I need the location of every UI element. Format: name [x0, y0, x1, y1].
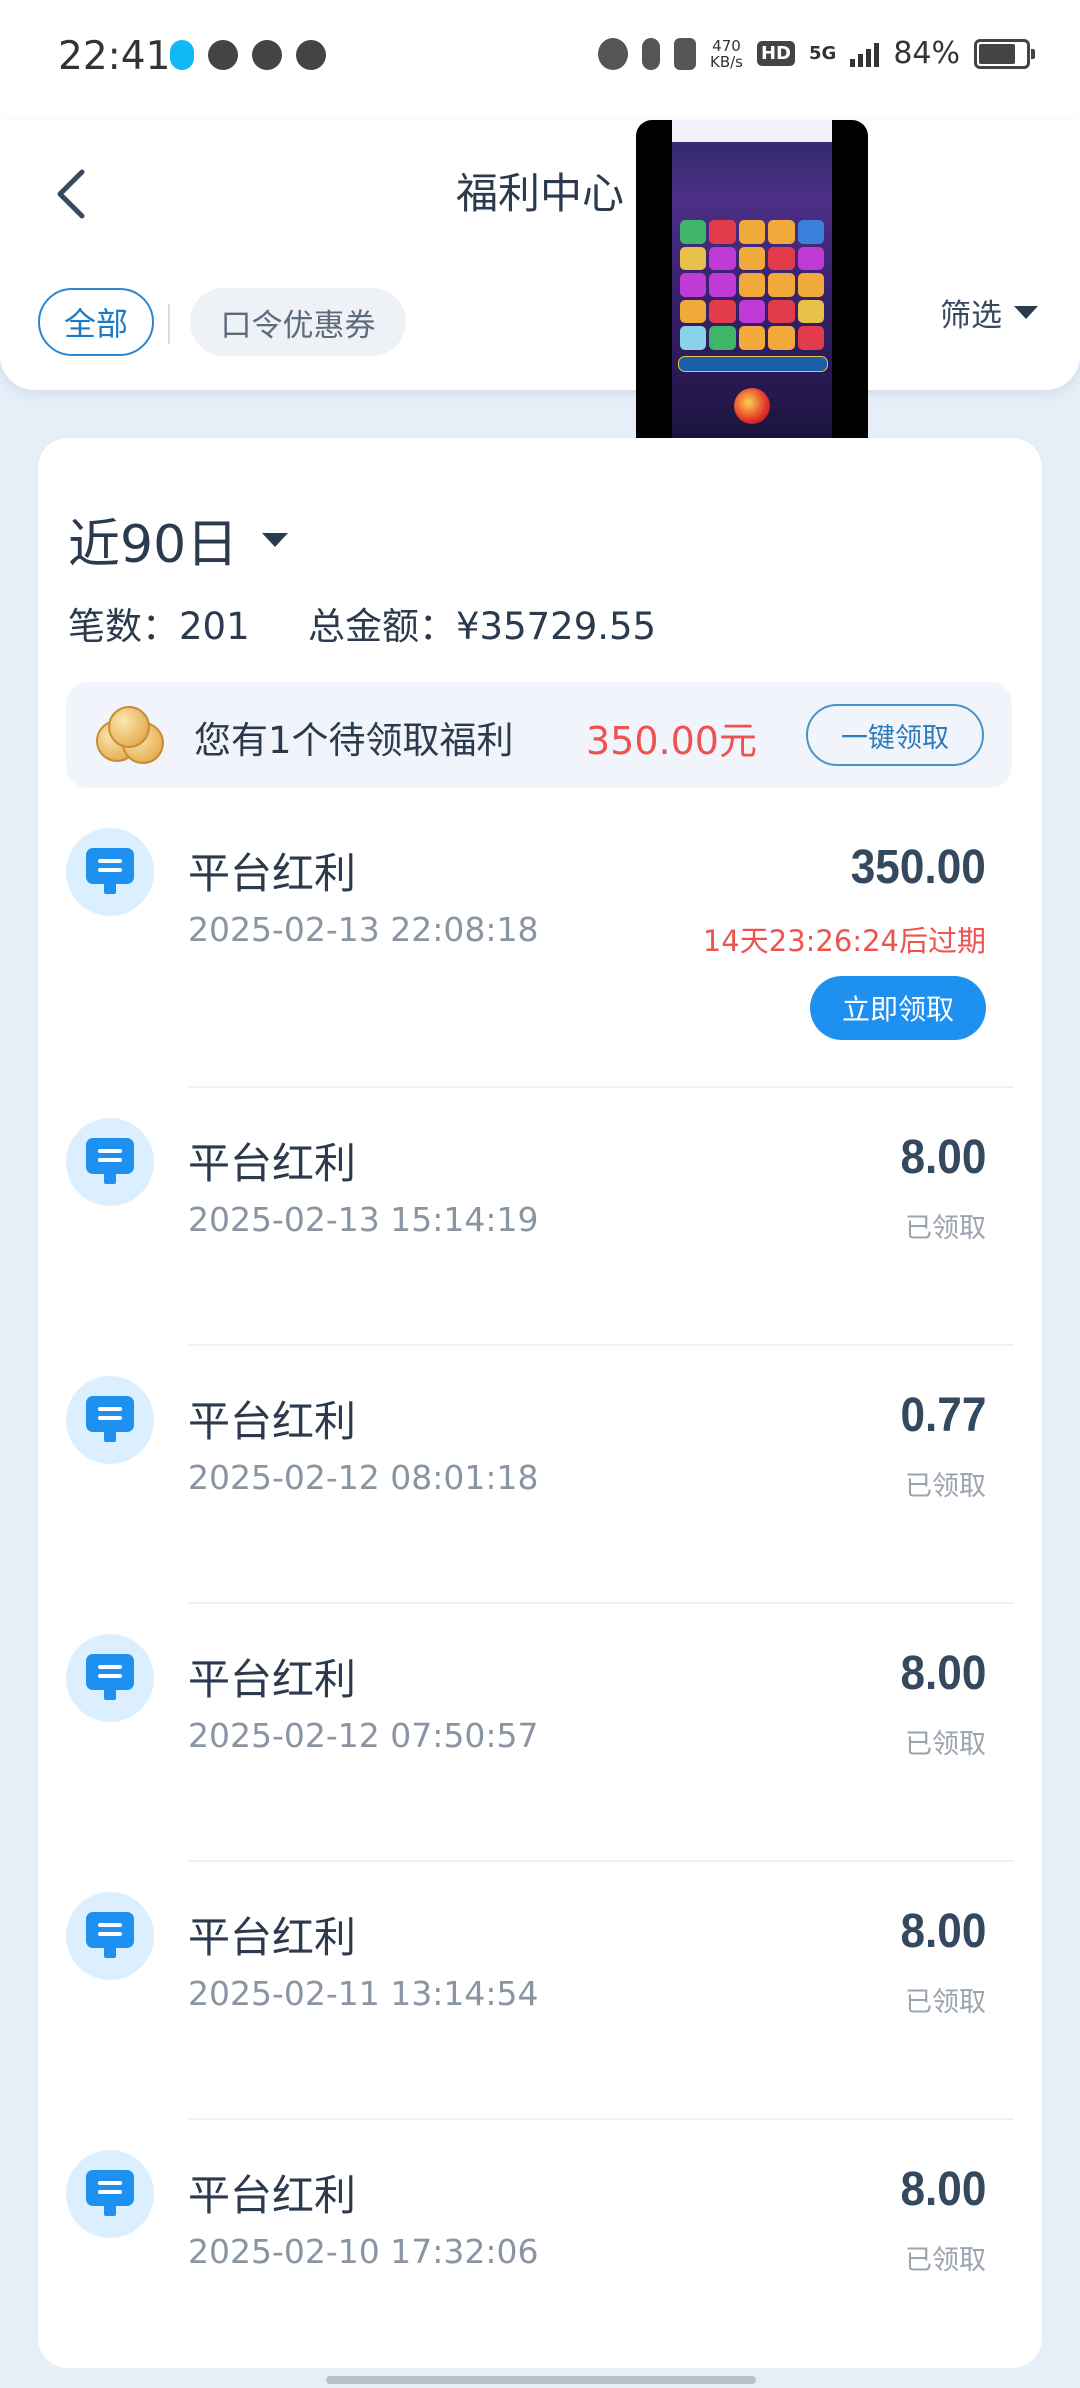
item-time: 2025-02-10 17:32:06 — [188, 2232, 539, 2271]
signal-icon — [850, 41, 880, 67]
item-amount: 0.77 — [900, 1389, 986, 1442]
message-icon — [296, 40, 326, 70]
avatar — [66, 2150, 154, 2238]
avatar — [66, 1376, 154, 1464]
wechat-icon — [208, 40, 238, 70]
video-spin-icon — [734, 388, 770, 424]
list-item[interactable]: 平台红利 2025-02-12 08:01:18 0.77 已领取 — [38, 1346, 1042, 1604]
pending-reward-banner: 您有1个待领取福利 350.00元 一键领取 — [66, 682, 1012, 788]
item-amount: 8.00 — [900, 1131, 986, 1184]
item-amount: 8.00 — [900, 2163, 986, 2216]
item-title: 平台红利 — [188, 1397, 357, 1446]
list-item[interactable]: 平台红利 2025-02-11 13:14:54 8.00 已领取 — [38, 1862, 1042, 2120]
coins-icon — [96, 706, 168, 764]
monitor-icon — [86, 1654, 134, 1700]
avatar — [66, 1118, 154, 1206]
item-amount: 350.00 — [850, 841, 986, 894]
battery-icon — [974, 38, 1035, 69]
notification-icons — [170, 40, 326, 70]
network-speed: 470 KB/s — [710, 38, 743, 70]
item-status: 已领取 — [905, 1987, 986, 2018]
speed-unit: KB/s — [709, 52, 743, 71]
item-status: 已领取 — [905, 1471, 986, 1502]
reward-list: 平台红利 2025-02-13 22:08:18 350.00 14天23:26… — [38, 798, 1042, 2378]
list-item[interactable]: 平台红利 2025-02-13 15:14:19 8.00 已领取 — [38, 1088, 1042, 1346]
pending-reward-text: 您有1个待领取福利 — [194, 719, 514, 762]
filter-label: 筛选 — [940, 298, 1002, 334]
slot-game-grid — [680, 220, 824, 350]
item-amount: 8.00 — [900, 1905, 986, 1958]
total-amount: 总金额：¥35729.55 — [308, 605, 657, 648]
item-time: 2025-02-13 22:08:18 — [188, 910, 539, 949]
status-time: 22:41 — [58, 34, 171, 79]
item-status: 已领取 — [905, 2245, 986, 2276]
status-bar: 22:41 470 KB/s HD 5G 84% — [0, 0, 1080, 120]
home-indicator[interactable] — [326, 2376, 756, 2384]
list-item[interactable]: 平台红利 2025-02-13 22:08:18 350.00 14天23:26… — [38, 798, 1042, 1088]
system-icons: 470 KB/s HD 5G 84% — [597, 36, 1035, 71]
tab-divider — [168, 304, 170, 344]
item-title: 平台红利 — [188, 1655, 357, 1704]
video-game-bar — [678, 356, 828, 372]
monitor-icon — [86, 1912, 134, 1958]
item-time: 2025-02-12 07:50:57 — [188, 1716, 539, 1755]
floating-video-window[interactable] — [636, 120, 868, 466]
pending-reward-amount: 350.00元 — [586, 719, 757, 763]
tab-coupon-code[interactable]: 口令优惠券 — [190, 288, 406, 356]
item-title: 平台红利 — [188, 1139, 357, 1188]
claim-button[interactable]: 立即领取 — [810, 976, 986, 1040]
list-item[interactable]: 平台红利 2025-02-12 07:50:57 8.00 已领取 — [38, 1604, 1042, 1862]
network-type: 5G — [809, 43, 837, 64]
record-count: 笔数：201 — [68, 605, 250, 648]
cloud-icon — [252, 40, 282, 70]
microphone-icon — [641, 37, 660, 70]
summary-stats: 笔数：201 总金额：¥35729.55 — [68, 596, 656, 650]
claim-all-button[interactable]: 一键领取 — [806, 704, 984, 766]
caret-down-icon — [1014, 306, 1038, 319]
alarm-icon — [597, 37, 628, 70]
caret-down-icon — [262, 532, 289, 547]
vibrate-icon — [673, 37, 696, 70]
item-amount: 8.00 — [900, 1647, 986, 1700]
page-title: 福利中心 — [455, 169, 624, 218]
hd-badge: HD — [756, 41, 795, 66]
item-time: 2025-02-11 13:14:54 — [188, 1974, 539, 2013]
monitor-icon — [86, 1396, 134, 1442]
monitor-icon — [86, 1138, 134, 1184]
period-label: 近90日 — [68, 515, 239, 575]
item-time: 2025-02-12 08:01:18 — [188, 1458, 539, 1497]
filter-button[interactable]: 筛选 — [940, 290, 1038, 335]
item-title: 平台红利 — [188, 2171, 357, 2220]
item-title: 平台红利 — [188, 849, 357, 898]
avatar — [66, 1892, 154, 1980]
rewards-card: 近90日 笔数：201 总金额：¥35729.55 您有1个待领取福利 350.… — [38, 438, 1042, 2368]
item-time: 2025-02-13 15:14:19 — [188, 1200, 539, 1239]
speed-value: 470 — [712, 36, 741, 55]
monitor-icon — [86, 2170, 134, 2216]
app-header: 福利中心 全部 口令优惠券 筛选 — [0, 120, 1080, 390]
qq-icon — [170, 40, 194, 70]
list-item[interactable]: 平台红利 2025-02-10 17:32:06 8.00 已领取 — [38, 2120, 1042, 2378]
tab-all[interactable]: 全部 — [38, 288, 154, 356]
monitor-icon — [86, 848, 134, 894]
item-expire: 14天23:26:24后过期 — [702, 924, 986, 958]
battery-percent: 84% — [893, 36, 960, 71]
item-status: 已领取 — [905, 1213, 986, 1244]
video-content — [672, 120, 832, 466]
avatar — [66, 828, 154, 916]
item-status: 已领取 — [905, 1729, 986, 1760]
item-title: 平台红利 — [188, 1913, 357, 1962]
avatar — [66, 1634, 154, 1722]
period-selector[interactable]: 近90日 — [68, 502, 289, 577]
